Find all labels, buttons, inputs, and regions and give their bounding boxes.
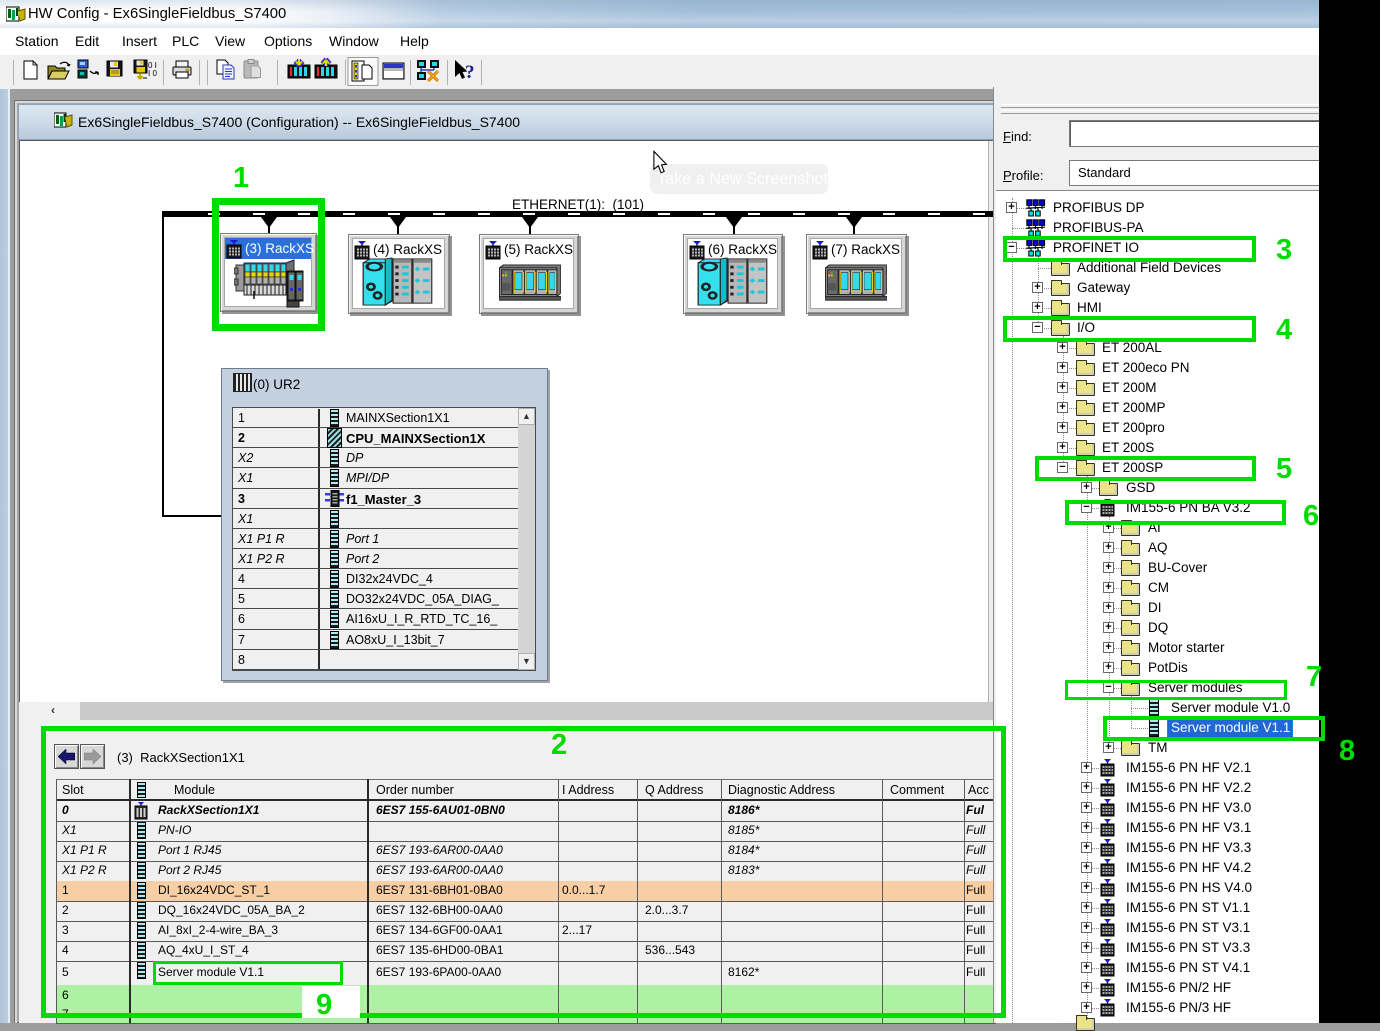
svg-text:?: ? [465, 62, 475, 83]
svg-text:I 0: I 0 [148, 69, 157, 78]
